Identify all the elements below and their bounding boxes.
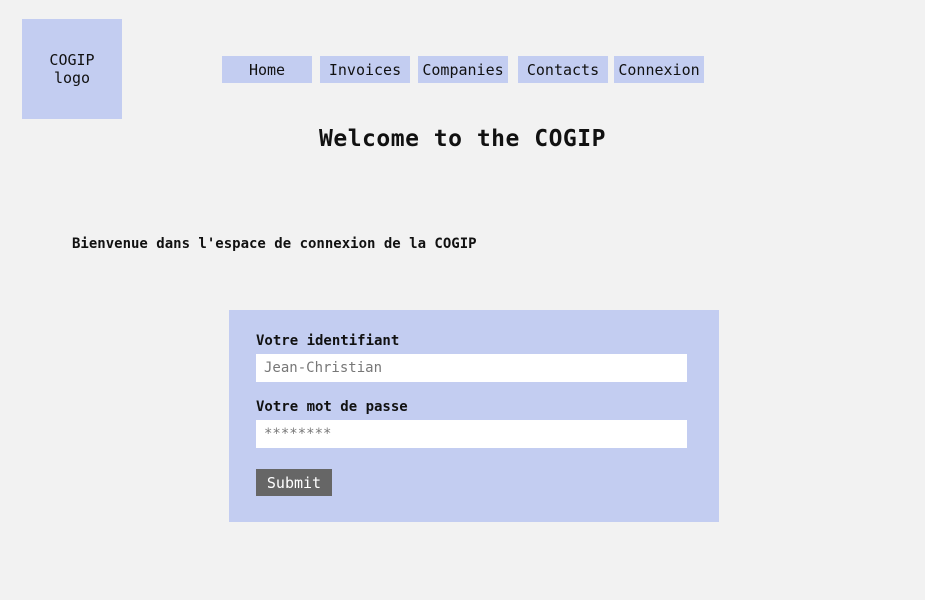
page-subtitle: Bienvenue dans l'espace de connexion de … <box>72 236 477 252</box>
nav-item-connexion[interactable]: Connexion <box>614 56 704 83</box>
nav-item-home[interactable]: Home <box>222 56 312 83</box>
username-input[interactable] <box>256 354 687 382</box>
logo-text-line2: logo <box>53 69 91 87</box>
nav-item-invoices[interactable]: Invoices <box>320 56 410 83</box>
password-input[interactable] <box>256 420 687 448</box>
page-title: Welcome to the COGIP <box>319 126 606 152</box>
password-label: Votre mot de passe <box>256 399 408 415</box>
nav-item-companies[interactable]: Companies <box>418 56 508 83</box>
logo-text-line1: COGIP <box>49 51 95 69</box>
username-label: Votre identifiant <box>256 333 400 349</box>
login-form: Votre identifiant Votre mot de passe Sub… <box>229 310 719 522</box>
logo[interactable]: COGIP logo <box>22 19 122 119</box>
submit-button[interactable]: Submit <box>256 469 332 496</box>
nav-item-contacts[interactable]: Contacts <box>518 56 608 83</box>
